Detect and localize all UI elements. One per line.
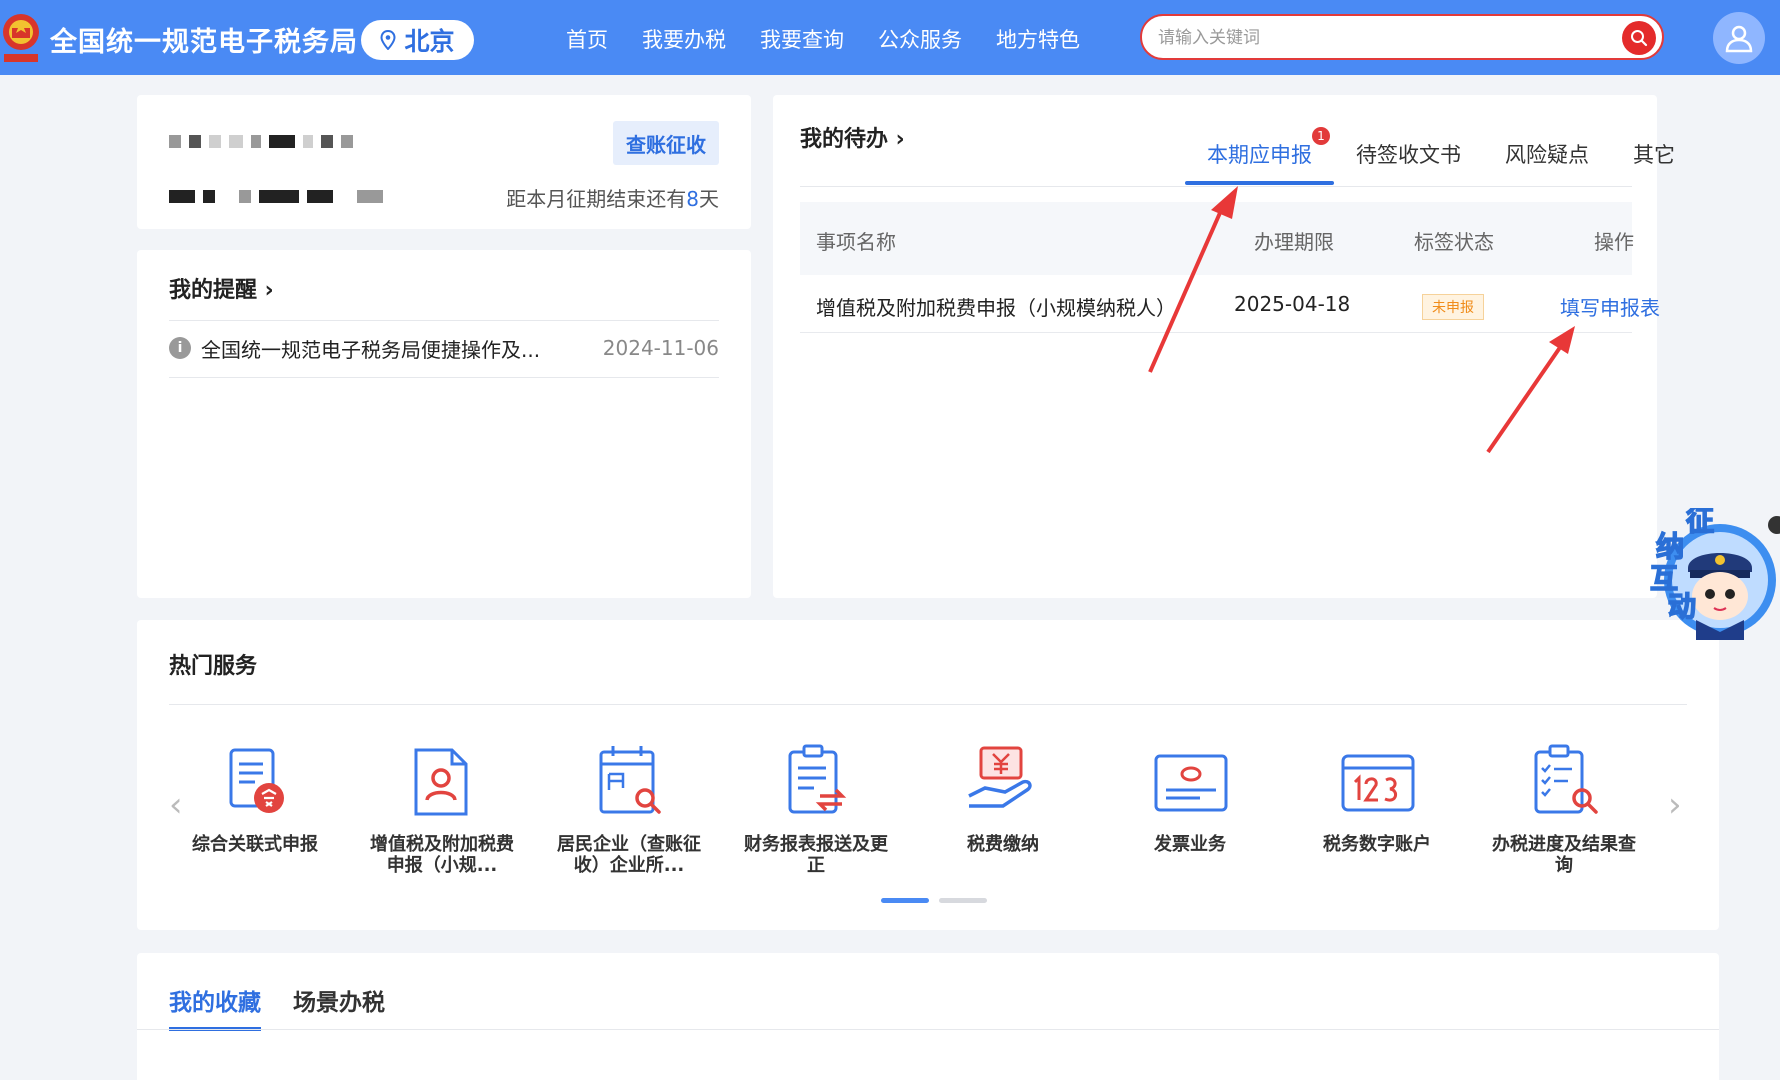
checklist-search-icon <box>1534 744 1598 814</box>
todo-title[interactable]: 我的待办 › <box>800 121 905 153</box>
favorites-tabs: 我的收藏 场景办税 <box>169 983 385 1031</box>
invoice-icon <box>1154 754 1228 812</box>
service-item[interactable]: 税费缴纳 <box>923 740 1083 890</box>
site-title[interactable]: 全国统一规范电子税务局 <box>50 20 358 59</box>
tab-scenario-tax[interactable]: 场景办税 <box>293 983 385 1031</box>
digital-account-icon <box>1341 754 1415 812</box>
masked-tax-id <box>169 190 383 203</box>
service-item[interactable]: 发票业务 <box>1110 740 1270 890</box>
search-icon <box>1631 30 1648 47</box>
todo-tabs: 本期应申报 1 待签收文书 风险疑点 其它 <box>1185 127 1697 185</box>
column-item-name: 事项名称 <box>816 230 896 254</box>
interactive-assistant-widget[interactable]: 征纳互动 <box>1628 508 1778 640</box>
account-card: 查账征收 距本月征期结束还有8天 <box>137 95 751 229</box>
tab-my-favorites[interactable]: 我的收藏 <box>169 983 261 1031</box>
column-deadline: 办理期限 <box>1254 230 1334 254</box>
reminder-title[interactable]: 我的提醒 › <box>169 272 274 304</box>
nav-local-feature[interactable]: 地方特色 <box>996 24 1080 54</box>
service-item[interactable]: 办税进度及结果查询 <box>1484 740 1644 890</box>
search-input[interactable] <box>1158 25 1598 51</box>
search-box <box>1140 14 1664 60</box>
national-emblem-logo[interactable] <box>0 8 42 66</box>
location-pin-icon <box>380 30 396 50</box>
favorites-card: 我的收藏 场景办税 <box>137 953 1719 1080</box>
collection-mode-button[interactable]: 查账征收 <box>613 121 719 165</box>
masked-taxpayer-name <box>169 135 353 148</box>
service-item[interactable]: 增值税及附加税费申报（小规... <box>362 740 522 890</box>
table-row: 增值税及附加税费申报（小规模纳税人） 2025-04-18 未申报 填写申报表 <box>800 275 1660 333</box>
reminder-item[interactable]: i 全国统一规范电子税务局便捷操作及... 2024-11-06 <box>169 332 719 364</box>
notification-badge: 1 <box>1312 127 1330 145</box>
hot-services-title: 热门服务 <box>169 654 258 679</box>
nav-query[interactable]: 我要查询 <box>760 24 844 54</box>
tab-documents-to-sign[interactable]: 待签收文书 <box>1334 139 1483 185</box>
todo-card: 我的待办 › 本期应申报 1 待签收文书 风险疑点 其它 事项名称 办理期限 标… <box>773 95 1675 598</box>
table-header: 事项名称 办理期限 标签状态 操作 <box>800 202 1634 275</box>
document-composite-icon <box>229 748 284 813</box>
divider <box>169 377 719 378</box>
column-action: 操作 <box>1594 230 1634 254</box>
divider <box>800 186 1632 187</box>
service-item[interactable]: 税务数字账户 <box>1297 740 1457 890</box>
service-item[interactable]: 财务报表报送及更正 <box>736 740 896 890</box>
search-button[interactable] <box>1622 21 1656 55</box>
user-avatar[interactable] <box>1713 12 1765 64</box>
carousel-indicator <box>881 898 987 903</box>
item-name: 增值税及附加税费申报（小规模纳税人） <box>816 296 1176 320</box>
assistant-close-button[interactable] <box>1768 516 1780 534</box>
info-icon: i <box>169 337 191 359</box>
tab-current-declaration[interactable]: 本期应申报 1 <box>1185 127 1334 185</box>
fill-declaration-link[interactable]: 填写申报表 <box>1560 292 1660 321</box>
nav-home[interactable]: 首页 <box>566 24 608 54</box>
nav-handle-tax[interactable]: 我要办税 <box>642 24 726 54</box>
reminder-card: 我的提醒 › i 全国统一规范电子税务局便捷操作及... 2024-11-06 <box>137 250 751 598</box>
hand-yuan-icon <box>968 746 1032 808</box>
city-name: 北京 <box>404 27 455 56</box>
carousel-dot-2[interactable] <box>939 898 987 903</box>
divider <box>137 1029 1719 1030</box>
service-item[interactable]: 居民企业（查账征收）企业所... <box>549 740 709 890</box>
period-countdown: 距本月征期结束还有8天 <box>506 187 719 211</box>
status-badge: 未申报 <box>1422 294 1484 320</box>
user-icon <box>1725 25 1753 53</box>
tab-other[interactable]: 其它 <box>1611 139 1697 185</box>
carousel-dot-1[interactable] <box>881 898 929 903</box>
tab-risk-points[interactable]: 风险疑点 <box>1483 139 1611 185</box>
clipboard-exchange-icon <box>788 744 847 814</box>
main-nav: 首页 我要办税 我要查询 公众服务 地方特色 <box>566 24 1080 54</box>
assistant-label-char: 纳 <box>1656 530 1684 563</box>
nav-public-service[interactable]: 公众服务 <box>878 24 962 54</box>
column-status: 标签状态 <box>1414 230 1494 254</box>
document-person-icon <box>414 748 468 816</box>
days-remaining: 8 <box>686 187 699 211</box>
reminder-text: 全国统一规范电子税务局便捷操作及... <box>201 337 541 362</box>
assistant-label-char: 征 <box>1686 508 1714 537</box>
city-selector[interactable]: 北京 <box>361 20 474 60</box>
divider <box>169 320 719 321</box>
service-item[interactable]: 综合关联式申报 <box>175 740 335 890</box>
top-header: 全国统一规范电子税务局 北京 首页 我要办税 我要查询 公众服务 地方特色 <box>0 0 1780 75</box>
reminder-date: 2024-11-06 <box>602 336 719 360</box>
assistant-label-char: 动 <box>1668 590 1696 623</box>
service-list: 综合关联式申报 增值税及附加税费申报（小规... 居民企业（查账征收）企业所..… <box>175 740 1681 890</box>
hot-services-card: 热门服务 ‹ › 综合关联式申报 增值税及附加税费申报（小规... 居民企业（查… <box>137 620 1719 930</box>
item-deadline: 2025-04-18 <box>1234 292 1351 316</box>
calendar-search-icon <box>599 746 661 814</box>
divider <box>169 704 1687 705</box>
